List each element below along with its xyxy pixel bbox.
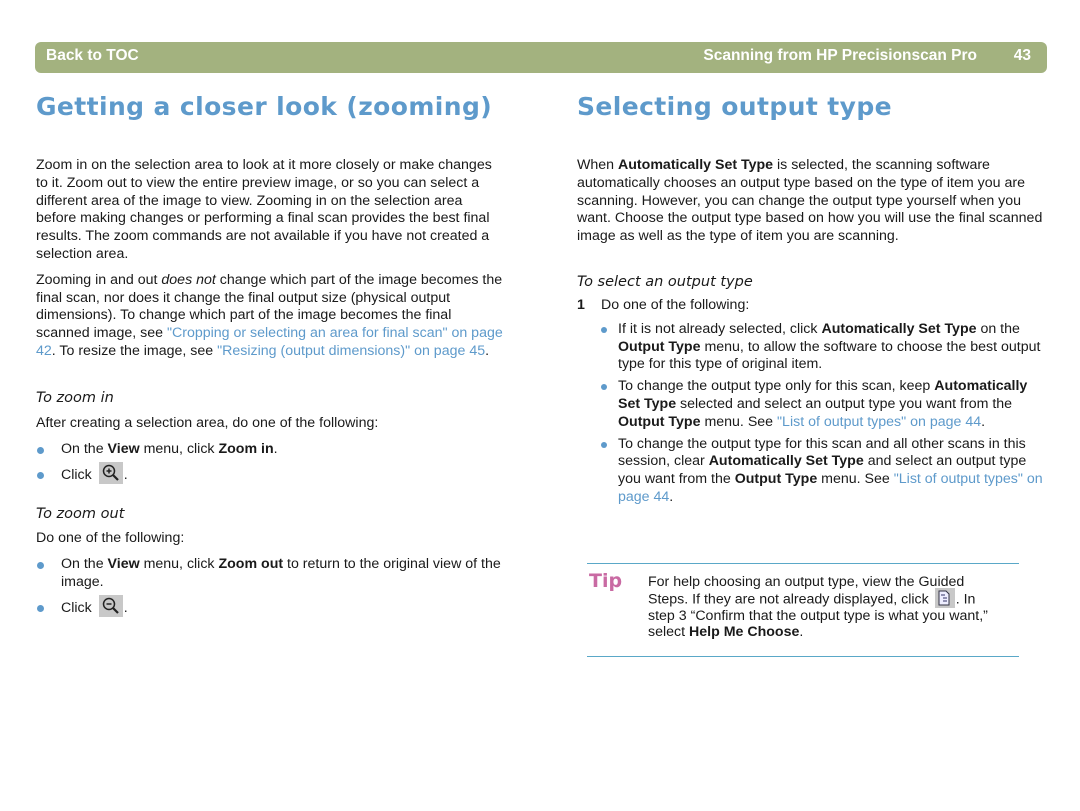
step-options-list: If it is not already selected, click Aut… bbox=[601, 321, 1047, 507]
guided-steps-button[interactable] bbox=[934, 587, 955, 608]
text: . To resize the image, see bbox=[51, 342, 218, 359]
zoom-intro-paragraph: Zoom in on the selection area to look at… bbox=[36, 157, 492, 262]
text: On the bbox=[61, 440, 108, 457]
zoom-out-lead: Do one of the following: bbox=[36, 529, 185, 546]
section-heading-output-type: Selecting output type bbox=[577, 92, 892, 121]
tip-label: Tip bbox=[589, 570, 623, 592]
tip-box: Tip For help choosing an output type, vi… bbox=[587, 563, 1019, 657]
list-item: Click . bbox=[36, 462, 506, 485]
zoom-out-icon bbox=[102, 598, 119, 615]
text: If it is not already selected, click bbox=[618, 320, 822, 337]
subheading-zoom-out: To zoom out bbox=[36, 505, 125, 522]
option-name: Automatically Set Type bbox=[708, 453, 864, 470]
text: . bbox=[799, 624, 804, 640]
text: . bbox=[123, 600, 128, 617]
text: On the bbox=[61, 555, 108, 572]
subheading-select-output-type: To select an output type bbox=[577, 273, 753, 290]
menu-name: View bbox=[107, 555, 140, 572]
menu-name: Output Type bbox=[618, 413, 701, 430]
text: To change the output type only for this … bbox=[618, 378, 935, 395]
back-to-toc-link[interactable]: Back to TOC bbox=[46, 47, 139, 65]
link-resizing-page-45[interactable]: "Resizing (output dimensions)" on page 4… bbox=[217, 343, 485, 359]
output-type-intro: When Automatically Set Type is selected,… bbox=[577, 157, 1047, 246]
header-bar: Back to TOC Scanning from HP Precisionsc… bbox=[35, 42, 1047, 73]
zoom-in-button[interactable] bbox=[98, 462, 123, 485]
text: . bbox=[273, 440, 278, 457]
text: . bbox=[981, 413, 986, 430]
text: . bbox=[485, 342, 490, 359]
text: menu. See bbox=[700, 413, 778, 430]
list-item: If it is not already selected, click Aut… bbox=[601, 321, 1047, 374]
tip-text: For help choosing an output type, view t… bbox=[648, 574, 998, 641]
list-item: To change the output type for this scan … bbox=[601, 436, 1047, 507]
text: . bbox=[669, 488, 674, 505]
text: When bbox=[577, 157, 619, 173]
page-number: 43 bbox=[1013, 47, 1031, 64]
zoom-out-button[interactable] bbox=[98, 595, 123, 618]
list-item: To change the output type only for this … bbox=[601, 378, 1047, 431]
zoom-in-icon bbox=[102, 465, 119, 482]
menu-name: Output Type bbox=[734, 471, 818, 488]
option-name: Help Me Choose bbox=[689, 624, 800, 640]
menu-name: View bbox=[107, 440, 140, 457]
text: . bbox=[123, 467, 128, 484]
step-item: 1 Do one of the following: If it is not … bbox=[577, 297, 1047, 507]
zoom-in-list: On the View menu, click Zoom in. Click . bbox=[36, 441, 506, 485]
step-number: 1 bbox=[577, 296, 585, 313]
text: selected and select an output type you w… bbox=[676, 395, 1013, 412]
procedure-steps: 1 Do one of the following: If it is not … bbox=[577, 297, 1047, 507]
text: For help choosing an output type, view t… bbox=[648, 574, 965, 607]
guided-steps-icon bbox=[938, 590, 950, 605]
emphasis-text: does not bbox=[161, 271, 216, 288]
zoom-in-lead: After creating a selection area, do one … bbox=[36, 414, 379, 431]
text: menu, click bbox=[139, 440, 219, 457]
text: Zooming in and out bbox=[36, 271, 162, 288]
menu-name: Output Type bbox=[618, 338, 701, 355]
list-item: On the View menu, click Zoom out to retu… bbox=[36, 556, 506, 592]
zoom-out-list: On the View menu, click Zoom out to retu… bbox=[36, 556, 506, 618]
command-name: Zoom in bbox=[218, 440, 274, 457]
subheading-zoom-in: To zoom in bbox=[36, 389, 114, 406]
left-column: Getting a closer look (zooming) Zoom in … bbox=[36, 92, 506, 618]
text: Click bbox=[61, 600, 92, 617]
right-column: Selecting output type When Automatically… bbox=[577, 92, 1047, 511]
link-output-types-page-44[interactable]: "List of output types" on page 44 bbox=[777, 414, 981, 430]
text: Click bbox=[61, 467, 92, 484]
document-title: Scanning from HP Precisionscan Pro bbox=[703, 47, 977, 64]
command-name: Zoom out bbox=[218, 555, 284, 572]
zoom-note-paragraph: Zooming in and out does not change which… bbox=[36, 272, 506, 361]
list-item: On the View menu, click Zoom in. bbox=[36, 441, 506, 459]
option-name: Automatically Set Type bbox=[618, 157, 774, 173]
section-heading-zooming: Getting a closer look (zooming) bbox=[36, 92, 493, 121]
option-name: Automatically Set Type bbox=[821, 320, 977, 337]
list-item: Click . bbox=[36, 595, 506, 618]
step-text: Do one of the following: bbox=[601, 296, 750, 313]
text: menu. See bbox=[817, 471, 894, 488]
text: menu, click bbox=[139, 555, 219, 572]
text: on the bbox=[976, 320, 1020, 337]
